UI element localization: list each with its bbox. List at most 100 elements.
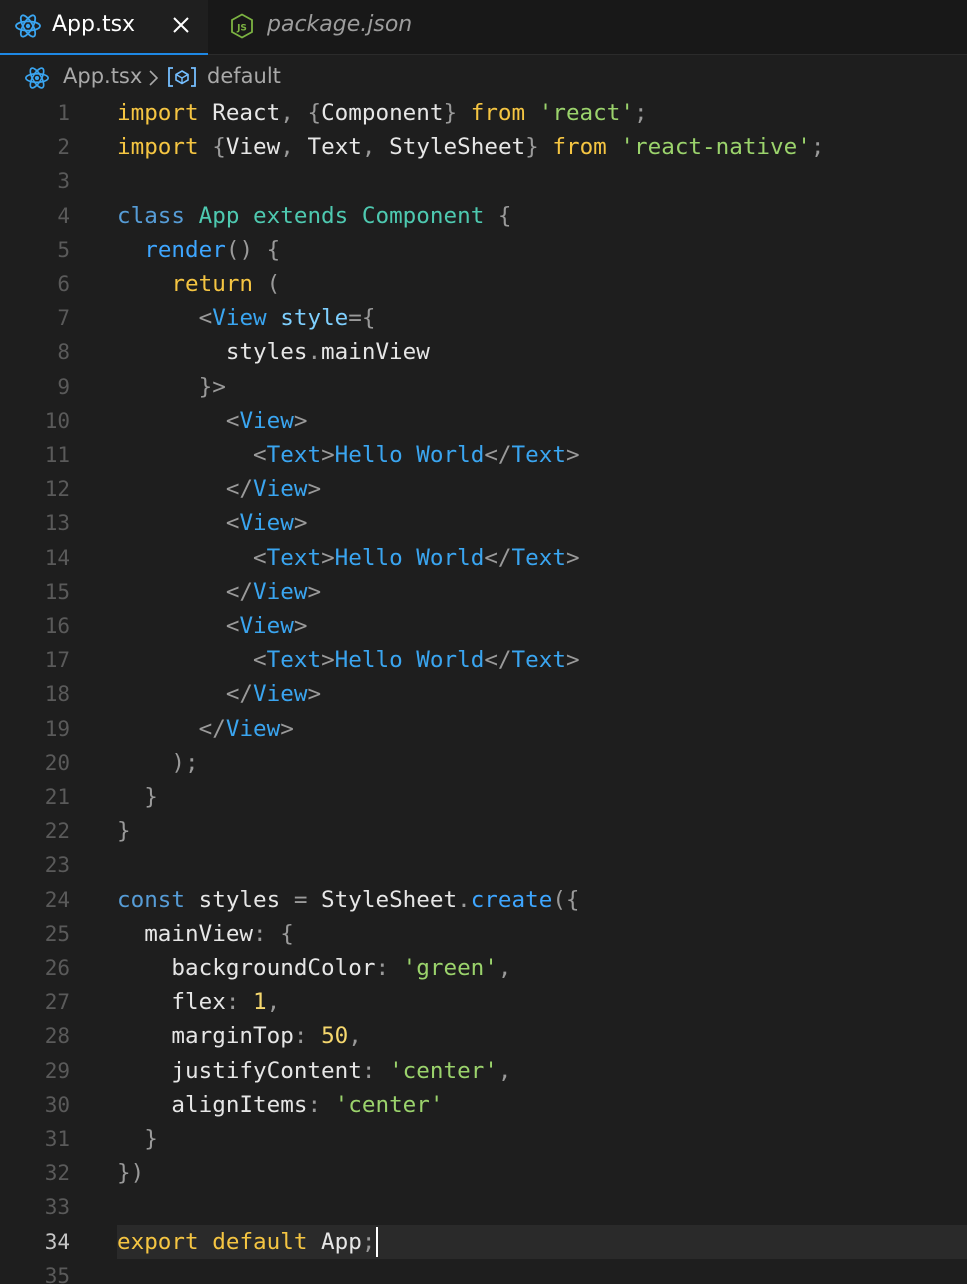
code-token: < [225,510,240,537]
breadcrumb-file[interactable]: App.tsx [63,64,142,88]
code-token: > [565,647,580,674]
code-line[interactable]: 34 export default App; [0,1224,967,1259]
code-token: { [484,202,512,229]
code-token: > [307,681,322,708]
code-line[interactable]: 12 </View> [0,472,967,506]
code-token: 'green' [402,955,498,981]
code-line[interactable]: 31 } [0,1122,967,1156]
code-token: > [280,715,294,742]
code-line[interactable]: 35 [0,1259,967,1284]
code-token: 'react' [538,100,634,126]
symbol-module-icon [168,67,196,87]
code-token: } [117,818,131,845]
code-token: Text [511,442,566,468]
code-token: View [212,305,267,332]
code-line[interactable]: 3 [0,164,967,198]
code-token: > [307,476,322,503]
code-line[interactable]: 7 <View style={ [0,301,967,335]
line-number: 32 [44,1161,70,1186]
code-editor[interactable]: 1 import React, {Component} from 'react';… [0,96,967,1284]
code-line[interactable]: 14 <Text>Hello World</Text> [0,541,967,575]
code-token: const [117,886,186,913]
code-token: App [307,1228,362,1255]
code-token: : [307,1091,335,1118]
tab-bar: App.tsx JS package.json [0,0,967,55]
code-line[interactable]: 24 const styles = StyleSheet.create({ [0,883,967,917]
code-text: </View> [117,575,967,609]
code-token: ; [361,1228,376,1255]
code-text: const styles = StyleSheet.create({ [117,883,967,917]
code-line[interactable]: 18 </View> [0,677,967,711]
code-text: } [117,814,967,848]
code-line[interactable]: 19 </View> [0,712,967,746]
code-line[interactable]: 27 flex: 1, [0,985,967,1019]
code-token: < [198,305,213,332]
code-line[interactable]: 15 </View> [0,575,967,609]
code-line[interactable]: 1 import React, {Component} from 'react'; [0,96,967,130]
code-text: <View> [117,506,967,540]
code-line[interactable]: 8 styles.mainView [0,335,967,369]
tab-package-json[interactable]: JS package.json [208,0,438,55]
close-icon[interactable] [170,14,192,36]
code-text: ); [117,746,967,780]
code-token: , [497,1057,512,1084]
code-line[interactable]: 17 <Text>Hello World</Text> [0,643,967,677]
code-line[interactable]: 23 [0,848,967,882]
line-number: 21 [44,785,70,809]
tab-app-tsx[interactable]: App.tsx [0,0,208,55]
code-token: View [253,681,308,708]
code-line[interactable]: 30 alignItems: 'center' [0,1088,967,1122]
code-line[interactable]: 16 <View> [0,609,967,643]
code-token: Hello World [334,647,485,674]
code-line[interactable]: 2 import {View, Text, StyleSheet} from 'r… [0,130,967,164]
code-token: justifyContent [117,1057,362,1084]
code-line[interactable]: 29 justifyContent: 'center', [0,1054,967,1088]
code-line[interactable]: 22} [0,814,967,848]
code-token: }) [117,1160,145,1187]
code-text: render() { [117,233,967,267]
code-line[interactable]: 11 <Text>Hello World</Text> [0,438,967,472]
code-line[interactable]: 33 [0,1190,967,1224]
breadcrumb-symbol[interactable]: default [207,64,281,88]
line-number: 12 [44,477,70,502]
code-token: render [144,236,226,263]
code-line[interactable]: 5 render() { [0,233,967,267]
code-line[interactable]: 10 <View> [0,404,967,438]
line-number: 7 [57,306,70,331]
code-text: <Text>Hello World</Text> [117,643,967,677]
code-text: </View> [117,677,967,711]
code-token: ({ [552,886,580,913]
code-token: Component [361,202,485,229]
code-token: } [144,1126,158,1152]
code-line[interactable]: 6 return ( [0,267,967,301]
code-line[interactable]: 9 }> [0,370,967,404]
code-text: } [117,1122,967,1156]
svg-text:JS: JS [236,24,247,34]
code-token: </ [225,476,254,503]
code-token: </ [225,578,254,605]
code-token: > [307,578,322,605]
line-number: 9 [57,374,70,399]
code-token: extends [253,202,349,229]
code-line[interactable]: 13 <View> [0,506,967,540]
code-line[interactable]: 4 class App extends Component { [0,199,967,233]
code-token: , [348,1023,362,1050]
code-line[interactable]: 25 mainView: { [0,917,967,951]
code-text: class App extends Component { [117,199,967,233]
code-line[interactable]: 20 ); [0,746,967,780]
code-token: class [117,202,186,229]
code-line[interactable]: 21 } [0,780,967,814]
code-token: </ [484,544,512,571]
code-line[interactable]: 28 marginTop: 50, [0,1019,967,1053]
code-line[interactable]: 26 backgroundColor: 'green', [0,951,967,985]
line-number: 30 [44,1092,70,1117]
code-line[interactable]: 32}) [0,1156,967,1190]
code-text: }> [117,370,967,404]
